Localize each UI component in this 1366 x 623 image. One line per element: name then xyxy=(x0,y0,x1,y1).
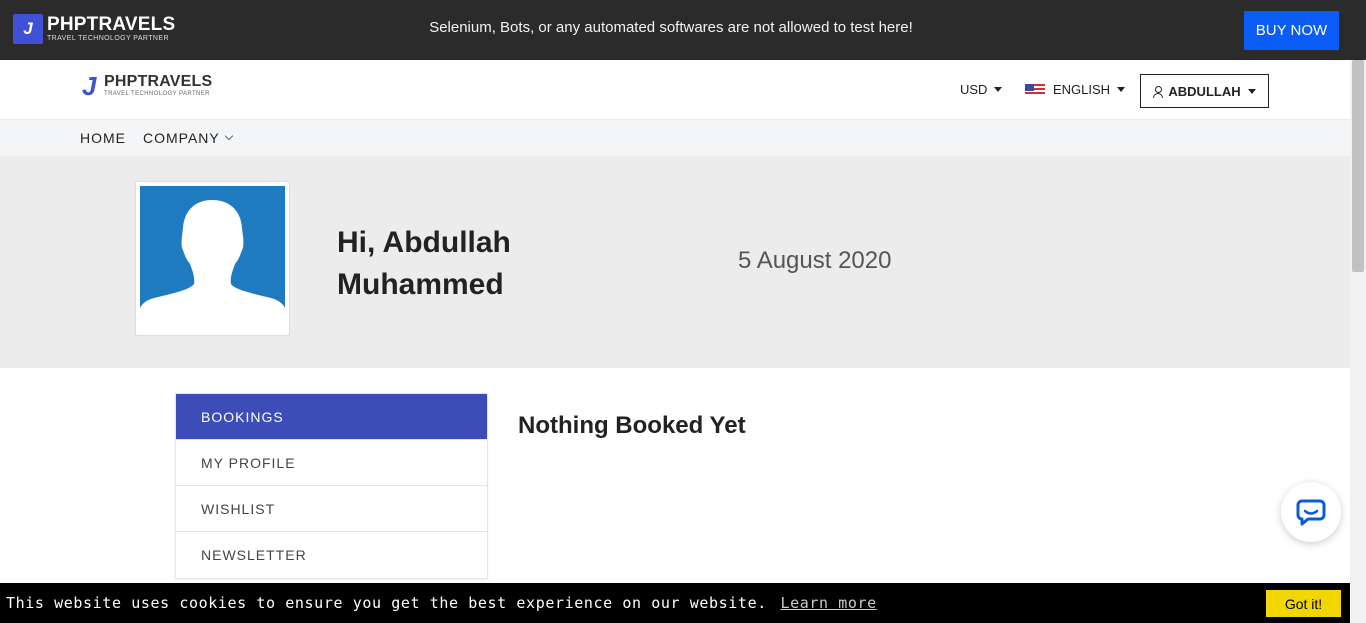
sidebar-item-my-profile[interactable]: MY PROFILE xyxy=(176,440,487,486)
currency-dropdown[interactable]: USD xyxy=(960,82,1003,97)
empty-bookings-message: Nothing Booked Yet xyxy=(518,412,746,439)
greeting-line: Hi, Abdullah xyxy=(337,226,511,259)
language-label: ENGLISH xyxy=(1053,82,1111,97)
nav-item-company[interactable]: COMPANY xyxy=(143,130,233,146)
chat-button[interactable] xyxy=(1281,482,1341,542)
current-date: 5 August 2020 xyxy=(738,247,892,274)
greeting-surname: Muhammed xyxy=(337,268,504,301)
nav-item-home[interactable]: HOME xyxy=(80,130,126,146)
account-sidebar: BOOKINGS MY PROFILE WISHLIST NEWSLETTER xyxy=(175,393,488,579)
page: J PHPTRAVELS TRAVEL TECHNOLOGY PARTNER S… xyxy=(0,0,1366,623)
main-nav: HOME COMPANY xyxy=(0,120,1350,156)
default-user-silhouette-icon xyxy=(140,186,285,308)
cookie-accept-button[interactable]: Got it! xyxy=(1266,590,1341,617)
avatar xyxy=(135,181,290,336)
site-logo[interactable]: J PHPTRAVELS TRAVEL TECHNOLOGY PARTNER xyxy=(82,73,212,99)
nav-item-label: HOME xyxy=(80,130,126,146)
sidebar-item-label: BOOKINGS xyxy=(201,408,284,425)
site-logo-text: PHPTRAVELS TRAVEL TECHNOLOGY PARTNER xyxy=(104,72,213,99)
scrollbar-thumb[interactable] xyxy=(1352,60,1364,272)
sidebar-item-newsletter[interactable]: NEWSLETTER xyxy=(176,532,487,578)
phptravels-logo-icon: J xyxy=(13,14,43,44)
sidebar-item-wishlist[interactable]: WISHLIST xyxy=(176,486,487,532)
profile-banner: Hi, Abdullah Muhammed 5 August 2020 xyxy=(0,156,1350,368)
caret-down-icon xyxy=(994,87,1003,92)
language-dropdown[interactable]: ENGLISH xyxy=(1025,82,1126,97)
site-logo-name: PHPTRAVELS xyxy=(104,72,213,90)
nav-item-label: COMPANY xyxy=(143,130,220,146)
sidebar-item-label: WISHLIST xyxy=(201,500,276,517)
phptravels-logo-icon: J xyxy=(82,71,97,101)
profile-greeting: Hi, Abdullah Muhammed xyxy=(337,222,511,306)
sidebar-item-bookings[interactable]: BOOKINGS xyxy=(176,394,487,440)
site-header: J PHPTRAVELS TRAVEL TECHNOLOGY PARTNER U… xyxy=(0,60,1350,120)
promo-logo-tagline: TRAVEL TECHNOLOGY PARTNER xyxy=(47,35,169,42)
buy-now-button[interactable]: BUY NOW xyxy=(1244,11,1339,50)
promo-logo[interactable]: J PHPTRAVELS TRAVEL TECHNOLOGY PARTNER xyxy=(13,14,175,44)
promo-logo-text: PHPTRAVELS TRAVEL TECHNOLOGY PARTNER xyxy=(47,15,175,43)
chat-bubble-icon xyxy=(1296,499,1326,526)
cookie-message: This website uses cookies to ensure you … xyxy=(6,594,767,612)
sidebar-item-label: NEWSLETTER xyxy=(201,547,307,563)
user-account-dropdown[interactable]: ABDULLAH xyxy=(1140,74,1269,108)
user-name-label: ABDULLAH xyxy=(1168,83,1241,99)
promo-logo-name: PHPTRAVELS xyxy=(47,14,176,35)
site-logo-tagline: TRAVEL TECHNOLOGY PARTNER xyxy=(104,90,210,97)
user-icon xyxy=(1153,85,1164,98)
cookie-banner: This website uses cookies to ensure you … xyxy=(0,583,1350,623)
cookie-learn-more-link[interactable]: Learn more xyxy=(780,594,876,612)
bot-warning-notice: Selenium, Bots, or any automated softwar… xyxy=(429,19,913,36)
sidebar-item-label: MY PROFILE xyxy=(201,454,296,471)
page-scrollbar[interactable] xyxy=(1350,60,1366,623)
caret-down-icon xyxy=(1247,88,1256,94)
cookie-message-container: This website uses cookies to ensure you … xyxy=(6,594,877,612)
promo-bar: J PHPTRAVELS TRAVEL TECHNOLOGY PARTNER S… xyxy=(0,0,1366,60)
currency-label: USD xyxy=(960,82,988,97)
us-flag-icon xyxy=(1025,83,1045,96)
chevron-down-icon xyxy=(224,131,233,141)
caret-down-icon xyxy=(1117,87,1126,92)
